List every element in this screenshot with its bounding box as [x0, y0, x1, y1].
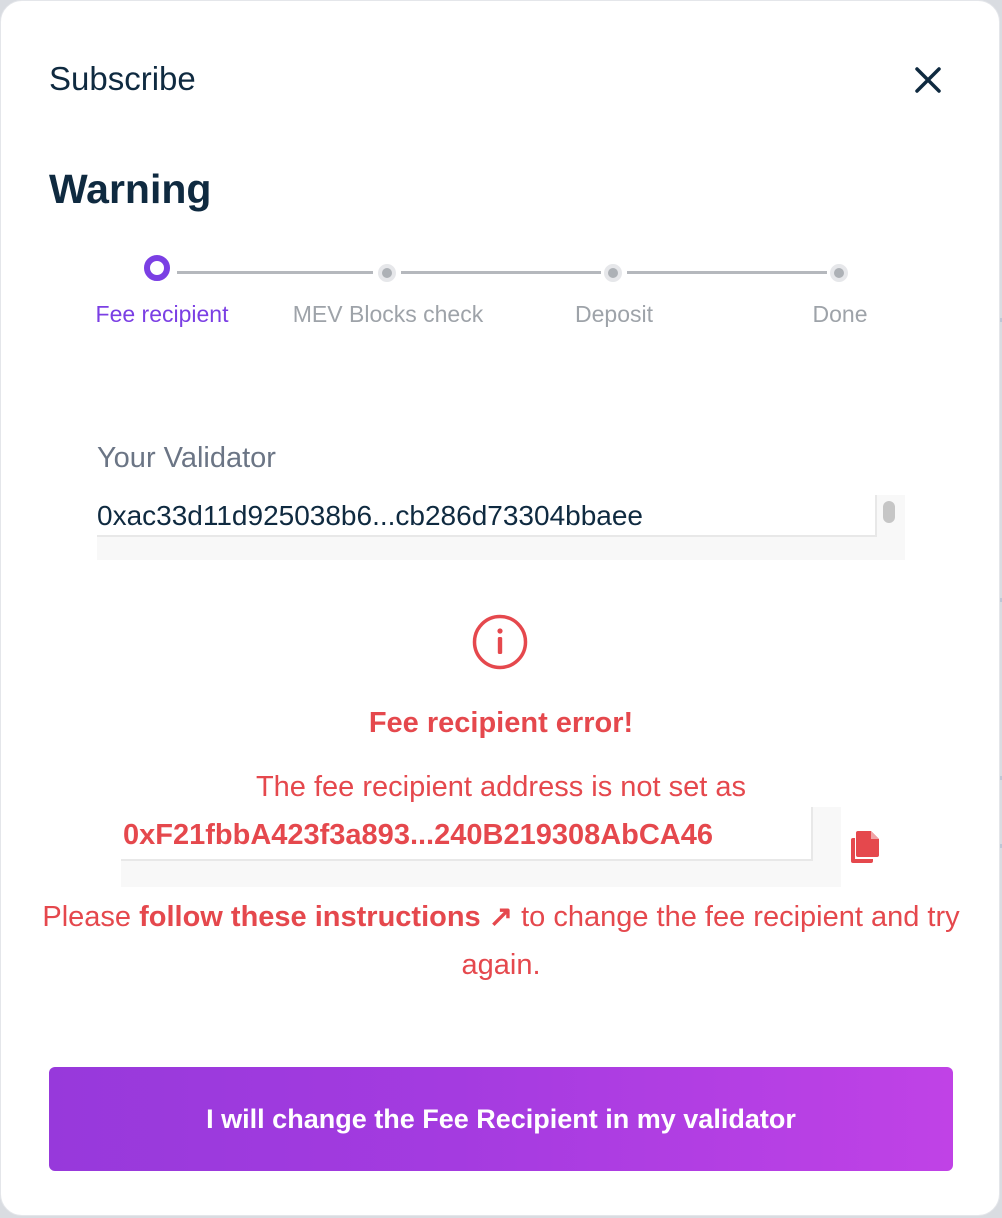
- validator-field[interactable]: 0xac33d11d925038b6...cb286d73304bbaee: [97, 495, 905, 560]
- validator-scrollbar[interactable]: [883, 501, 895, 523]
- modal-title: Subscribe: [49, 60, 196, 97]
- step-connector: [627, 271, 827, 274]
- fee-recipient-address-field[interactable]: 0xF21fbbA423f3a893...240B219308AbCA46: [121, 807, 841, 887]
- error-title: Fee recipient error!: [368, 707, 634, 739]
- error-message: The fee recipient address is not set as: [255, 771, 747, 803]
- confirm-change-fee-recipient-button[interactable]: I will change the Fee Recipient in my va…: [49, 1067, 953, 1171]
- step-connector: [177, 271, 373, 274]
- step-label-deposit: Deposit: [575, 301, 653, 327]
- subscribe-modal: Subscribe Warning Fee recipient MEV Bloc…: [0, 0, 1000, 1216]
- close-icon: [915, 67, 941, 93]
- instructions-prefix: Please: [42, 901, 140, 933]
- step-indicator-mev-blocks-check: [378, 264, 396, 282]
- step-indicator-done: [830, 264, 848, 282]
- instructions-link[interactable]: follow these instructions ↗: [139, 901, 513, 933]
- step-connector: [401, 271, 601, 274]
- warning-heading: Warning: [49, 166, 212, 212]
- close-button[interactable]: [905, 57, 951, 103]
- validator-address: 0xac33d11d925038b6...cb286d73304bbaee: [97, 500, 643, 531]
- step-indicator-fee-recipient: [144, 255, 170, 281]
- copy-icon[interactable]: [849, 829, 881, 865]
- fee-recipient-address-inner: 0xF21fbbA423f3a893...240B219308AbCA46: [121, 807, 813, 861]
- instructions-text: Please follow these instructions ↗ to ch…: [1, 893, 999, 989]
- step-indicator-deposit: [604, 264, 622, 282]
- step-label-done: Done: [812, 301, 868, 327]
- info-circle-icon: [472, 614, 528, 670]
- instructions-suffix: to change the fee recipient and try agai…: [461, 901, 960, 981]
- validator-label: Your Validator: [97, 442, 276, 474]
- validator-field-inner: 0xac33d11d925038b6...cb286d73304bbaee: [97, 495, 877, 537]
- step-label-fee-recipient: Fee recipient: [95, 301, 229, 327]
- step-label-mev-blocks-check: MEV Blocks check: [292, 301, 484, 327]
- fee-recipient-address: 0xF21fbbA423f3a893...240B219308AbCA46: [123, 819, 714, 851]
